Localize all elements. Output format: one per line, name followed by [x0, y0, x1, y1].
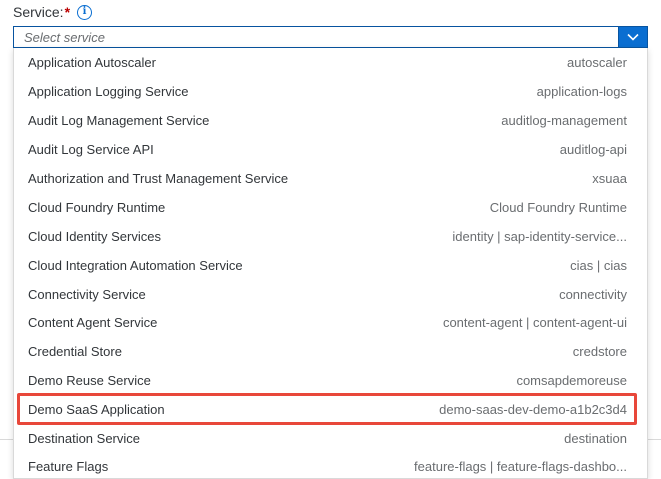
- list-item-description: feature-flags | feature-flags-dashbo...: [414, 459, 627, 474]
- list-item-description: connectivity: [559, 287, 627, 302]
- list-item[interactable]: Application Logging Service application-l…: [14, 77, 647, 106]
- list-item[interactable]: Audit Log Service API auditlog-api: [14, 135, 647, 164]
- list-item[interactable]: Cloud Integration Automation Service cias…: [14, 251, 647, 280]
- list-item-title: Application Logging Service: [28, 84, 189, 99]
- list-item[interactable]: Feature Flags feature-flags | feature-fla…: [14, 452, 647, 478]
- list-item-description: auditlog-api: [559, 142, 627, 157]
- list-item-title: Content Agent Service: [28, 315, 158, 330]
- list-item[interactable]: Cloud Foundry Runtime Cloud Foundry Runti…: [14, 193, 647, 222]
- list-item-description: xsuaa: [592, 171, 627, 186]
- list-item[interactable]: Demo SaaS Application demo-saas-dev-demo-…: [14, 395, 647, 424]
- list-item[interactable]: Content Agent Service content-agent | con…: [14, 308, 647, 337]
- list-item-description: comsapdemoreuse: [516, 373, 627, 388]
- list-item-title: Feature Flags: [28, 459, 109, 474]
- list-item-title: Demo Reuse Service: [28, 373, 151, 388]
- list-item-description: demo-saas-dev-demo-a1b2c3d4: [439, 402, 627, 417]
- list-item-title: Cloud Foundry Runtime: [28, 200, 166, 215]
- list-item-title: Audit Log Management Service: [28, 113, 210, 128]
- list-item-title: Demo SaaS Application: [28, 402, 165, 417]
- list-item-description: auditlog-management: [501, 113, 627, 128]
- list-item[interactable]: Authorization and Trust Management Servi…: [14, 164, 647, 193]
- list-item-description: credstore: [572, 344, 627, 359]
- list-item-description: identity | sap-identity-service...: [452, 229, 627, 244]
- service-select[interactable]: Select service: [13, 26, 648, 48]
- list-item-title: Cloud Integration Automation Service: [28, 258, 243, 273]
- list-item-description: Cloud Foundry Runtime: [489, 200, 627, 215]
- required-marker: *: [64, 4, 71, 20]
- list-item-description: autoscaler: [567, 55, 627, 70]
- list-item-description: cias | cias: [570, 258, 627, 273]
- list-item[interactable]: Connectivity Service connectivity: [14, 280, 647, 309]
- service-dropdown-list[interactable]: Application Autoscaler autoscaler Applicat…: [13, 48, 648, 479]
- list-item-title: Credential Store: [28, 344, 122, 359]
- list-item[interactable]: Demo Reuse Service comsapdemoreuse: [14, 366, 647, 395]
- service-field-label: Service: * i: [13, 3, 93, 21]
- list-item-title: Authorization and Trust Management Servi…: [28, 171, 289, 186]
- list-item-title: Audit Log Service API: [28, 142, 154, 157]
- list-item-description: application-logs: [536, 84, 627, 99]
- service-label-text: Service:: [13, 4, 64, 20]
- list-item-title: Application Autoscaler: [28, 55, 156, 70]
- list-item-title: Cloud Identity Services: [28, 229, 161, 244]
- chevron-down-icon: [627, 33, 639, 41]
- list-item-description: content-agent | content-agent-ui: [442, 315, 627, 330]
- list-item[interactable]: Cloud Identity Services identity | sap-id…: [14, 222, 647, 251]
- list-item[interactable]: Credential Store credstore: [14, 337, 647, 366]
- list-item-title: Destination Service: [28, 431, 140, 446]
- info-icon[interactable]: i: [77, 4, 93, 20]
- list-item[interactable]: Destination Service destination: [14, 424, 647, 453]
- dropdown-toggle-button[interactable]: [618, 27, 647, 47]
- service-select-input[interactable]: Select service: [24, 30, 105, 45]
- list-item[interactable]: Application Autoscaler autoscaler: [14, 48, 647, 77]
- list-item-description: destination: [564, 431, 627, 446]
- list-item[interactable]: Audit Log Management Service auditlog-man…: [14, 106, 647, 135]
- list-item-title: Connectivity Service: [28, 287, 146, 302]
